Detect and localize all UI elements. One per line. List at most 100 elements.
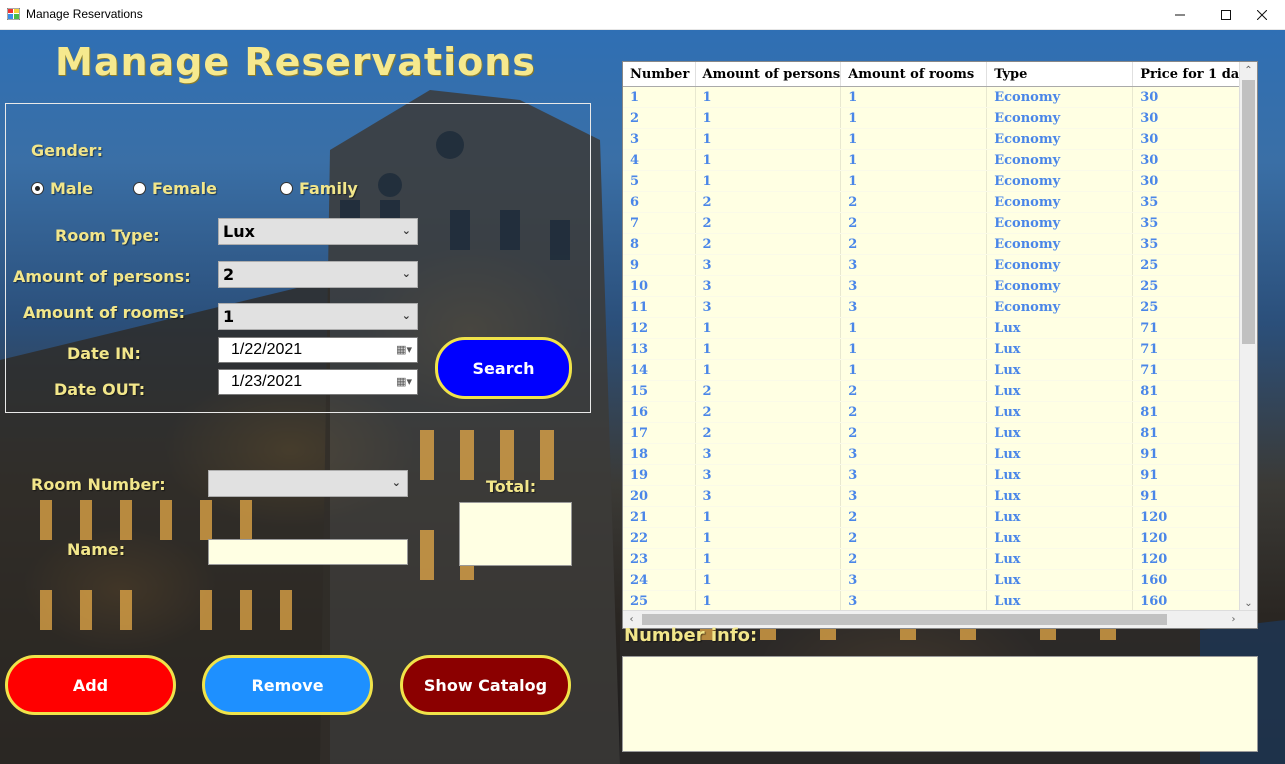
cell-type[interactable]: Lux [986,569,1134,591]
cell-type[interactable]: Lux [986,380,1134,402]
cell-persons[interactable]: 3 [695,275,842,297]
table-row[interactable]: 22 1 2 Lux 120 [623,527,1254,549]
gender-family-radio[interactable]: Family [280,179,358,198]
cell-type[interactable]: Lux [986,527,1134,549]
cell-type[interactable]: Lux [986,485,1134,507]
cell-price[interactable]: 30 [1132,107,1254,129]
table-row[interactable]: 18 3 3 Lux 91 [623,443,1254,465]
search-button[interactable]: Search [435,337,572,399]
cell-rooms[interactable]: 2 [840,527,988,549]
cell-price[interactable]: 91 [1132,485,1254,507]
cell-number[interactable]: 4 [623,149,696,171]
cell-rooms[interactable]: 2 [840,401,988,423]
cell-number[interactable]: 1 [623,86,696,108]
table-row[interactable]: 2 1 1 Economy 30 [623,107,1254,129]
cell-price[interactable]: 160 [1132,569,1254,591]
cell-number[interactable]: 14 [623,359,696,381]
table-row[interactable]: 9 3 3 Economy 25 [623,254,1254,276]
table-row[interactable]: 17 2 2 Lux 81 [623,422,1254,444]
table-row[interactable]: 5 1 1 Economy 30 [623,170,1254,192]
table-row[interactable]: 19 3 3 Lux 91 [623,464,1254,486]
table-row[interactable]: 4 1 1 Economy 30 [623,149,1254,171]
cell-persons[interactable]: 1 [695,128,842,150]
table-row[interactable]: 20 3 3 Lux 91 [623,485,1254,507]
table-row[interactable]: 23 1 2 Lux 120 [623,548,1254,570]
cell-type[interactable]: Lux [986,401,1134,423]
table-row[interactable]: 15 2 2 Lux 81 [623,380,1254,402]
cell-type[interactable]: Lux [986,590,1134,612]
cell-number[interactable]: 11 [623,296,696,318]
cell-rooms[interactable]: 3 [840,443,988,465]
cell-rooms[interactable]: 1 [840,359,988,381]
rooms-select[interactable]: 1 ⌄ [218,303,418,330]
cell-rooms[interactable]: 1 [840,107,988,129]
cell-rooms[interactable]: 3 [840,485,988,507]
table-row[interactable]: 14 1 1 Lux 71 [623,359,1254,381]
close-button[interactable] [1239,0,1285,29]
cell-number[interactable]: 6 [623,191,696,213]
cell-type[interactable]: Economy [986,212,1134,234]
cell-persons[interactable]: 3 [695,485,842,507]
vertical-scroll-thumb[interactable] [1242,80,1255,344]
cell-rooms[interactable]: 1 [840,317,988,339]
column-header-rooms[interactable]: Amount of rooms [840,62,988,87]
cell-rooms[interactable]: 3 [840,590,988,612]
name-input[interactable] [208,539,408,565]
cell-persons[interactable]: 1 [695,506,842,528]
column-header-type[interactable]: Type [986,62,1134,87]
column-header-persons[interactable]: Amount of persons [695,62,842,87]
cell-persons[interactable]: 3 [695,443,842,465]
cell-price[interactable]: 30 [1132,170,1254,192]
vertical-scrollbar[interactable]: ⌃ ⌄ [1239,62,1257,612]
cell-type[interactable]: Economy [986,191,1134,213]
persons-select[interactable]: 2 ⌄ [218,261,418,288]
column-header-price[interactable]: Price for 1 day [1132,62,1254,87]
table-row[interactable]: 24 1 3 Lux 160 [623,569,1254,591]
cell-persons[interactable]: 2 [695,422,842,444]
cell-price[interactable]: 35 [1132,233,1254,255]
table-row[interactable]: 12 1 1 Lux 71 [623,317,1254,339]
cell-number[interactable]: 18 [623,443,696,465]
cell-price[interactable]: 160 [1132,590,1254,612]
cell-type[interactable]: Economy [986,107,1134,129]
cell-price[interactable]: 25 [1132,296,1254,318]
cell-number[interactable]: 20 [623,485,696,507]
cell-number[interactable]: 10 [623,275,696,297]
table-row[interactable]: 16 2 2 Lux 81 [623,401,1254,423]
table-row[interactable]: 8 2 2 Economy 35 [623,233,1254,255]
cell-rooms[interactable]: 2 [840,548,988,570]
cell-persons[interactable]: 1 [695,590,842,612]
cell-type[interactable]: Lux [986,506,1134,528]
cell-rooms[interactable]: 1 [840,128,988,150]
cell-number[interactable]: 9 [623,254,696,276]
cell-type[interactable]: Lux [986,422,1134,444]
table-row[interactable]: 13 1 1 Lux 71 [623,338,1254,360]
cell-price[interactable]: 30 [1132,86,1254,108]
cell-rooms[interactable]: 3 [840,275,988,297]
cell-persons[interactable]: 3 [695,464,842,486]
cell-persons[interactable]: 1 [695,86,842,108]
cell-rooms[interactable]: 3 [840,464,988,486]
cell-rooms[interactable]: 3 [840,254,988,276]
scroll-up-icon[interactable]: ⌃ [1240,62,1257,79]
remove-button[interactable]: Remove [202,655,373,715]
cell-persons[interactable]: 1 [695,548,842,570]
cell-type[interactable]: Economy [986,233,1134,255]
cell-type[interactable]: Economy [986,128,1134,150]
cell-type[interactable]: Lux [986,317,1134,339]
cell-number[interactable]: 15 [623,380,696,402]
table-row[interactable]: 21 1 2 Lux 120 [623,506,1254,528]
add-button[interactable]: Add [5,655,176,715]
cell-price[interactable]: 25 [1132,275,1254,297]
cell-price[interactable]: 30 [1132,128,1254,150]
cell-rooms[interactable]: 2 [840,422,988,444]
table-row[interactable]: 7 2 2 Economy 35 [623,212,1254,234]
cell-rooms[interactable]: 2 [840,380,988,402]
cell-persons[interactable]: 2 [695,233,842,255]
cell-price[interactable]: 71 [1132,359,1254,381]
cell-type[interactable]: Lux [986,359,1134,381]
minimize-button[interactable] [1157,0,1203,29]
rooms-data-grid[interactable]: Number Amount of persons Amount of rooms… [622,61,1258,629]
show-catalog-button[interactable]: Show Catalog [400,655,571,715]
cell-type[interactable]: Economy [986,296,1134,318]
